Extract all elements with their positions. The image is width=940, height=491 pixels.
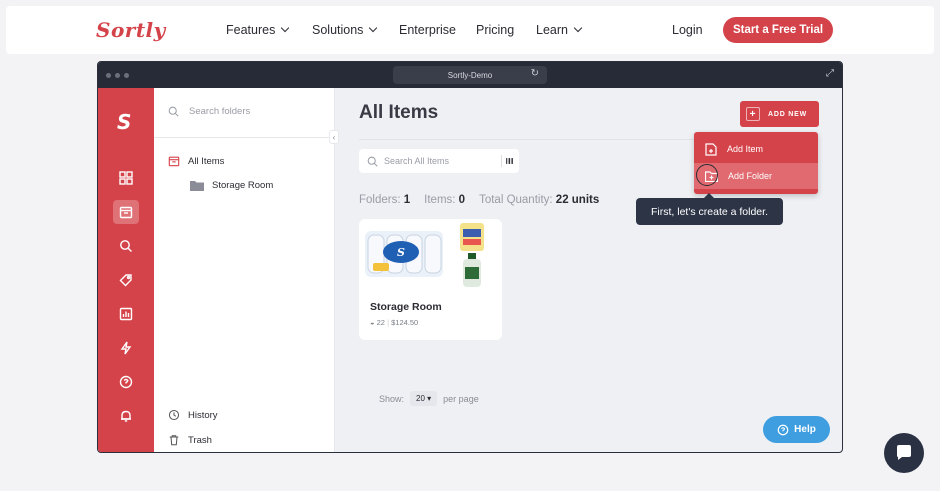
- reports-icon[interactable]: [113, 302, 139, 326]
- barcode-icon[interactable]: [501, 155, 513, 167]
- items-search-placeholder: Search All Items: [384, 156, 450, 166]
- items-icon: [168, 156, 180, 167]
- window-dot: [115, 73, 120, 78]
- app-logo[interactable]: S: [117, 110, 131, 134]
- search-icon: [168, 106, 179, 117]
- items-search-input[interactable]: Search All Items: [359, 149, 519, 173]
- sortly-logo[interactable]: Sortly: [96, 18, 166, 42]
- chevron-down-icon: [573, 23, 583, 33]
- add-item-icon: [705, 142, 717, 156]
- nav-learn[interactable]: Learn: [536, 23, 583, 37]
- trash-link[interactable]: Trash: [168, 434, 212, 446]
- login-link[interactable]: Login: [672, 23, 703, 37]
- folder-search-placeholder: Search folders: [189, 106, 251, 117]
- dashboard-icon[interactable]: [113, 166, 139, 190]
- nav-features[interactable]: Features: [226, 23, 290, 37]
- collapse-panel-button[interactable]: ‹: [329, 130, 339, 144]
- add-new-label: ADD NEW: [768, 110, 808, 118]
- window-dot: [124, 73, 129, 78]
- per-page-value: 20: [416, 394, 425, 403]
- history-icon: [168, 409, 180, 421]
- folders-panel: Search folders All Items Storage Room Hi…: [154, 88, 335, 452]
- trash-label: Trash: [188, 434, 212, 446]
- tags-icon[interactable]: [113, 268, 139, 292]
- divider: [359, 139, 699, 140]
- plus-icon: +: [746, 107, 760, 121]
- folder-card-storage-room[interactable]: S Storage Room ◒ 22 | $124.50: [359, 219, 502, 340]
- nav-pricing[interactable]: Pricing: [476, 23, 514, 37]
- inventory-stats: Folders: 1 Items: 0 Total Quantity: 22 u…: [359, 194, 599, 206]
- chevron-down-icon: [369, 23, 378, 33]
- app-sidebar-rail: S: [98, 88, 154, 452]
- nav-enterprise[interactable]: Enterprise: [399, 23, 456, 37]
- pagination-control: Show: 20 ▾ per page: [379, 391, 479, 406]
- folder-card-name: Storage Room: [370, 301, 442, 313]
- help-circle-icon[interactable]: [113, 370, 139, 394]
- menu-item-label: Add Item: [727, 144, 764, 154]
- nav-solutions[interactable]: Solutions: [312, 23, 378, 37]
- nav-solutions-label: Solutions: [312, 23, 364, 37]
- history-link[interactable]: History: [168, 409, 218, 421]
- per-page-select[interactable]: 20 ▾: [410, 391, 438, 406]
- trash-icon: [169, 435, 179, 446]
- items-icon[interactable]: [113, 200, 139, 224]
- quantity-icon: ◒: [370, 318, 375, 327]
- search-icon[interactable]: [113, 234, 139, 258]
- start-free-trial-button[interactable]: Start a Free Trial: [723, 17, 833, 43]
- help-label: Help: [794, 424, 816, 435]
- folders-stat-value: 1: [403, 194, 411, 206]
- quantity-stat: Total Quantity: 22 units: [479, 194, 599, 206]
- workflows-icon[interactable]: [113, 336, 139, 360]
- chat-icon: [897, 445, 911, 460]
- divider: [154, 137, 335, 138]
- items-stat-label: Items:: [424, 194, 456, 206]
- bell-icon[interactable]: [113, 404, 139, 428]
- folder-item-all-items[interactable]: All Items: [168, 155, 224, 167]
- history-label: History: [188, 409, 218, 421]
- folder-search-input[interactable]: Search folders: [168, 106, 250, 117]
- quantity-stat-label: Total Quantity:: [479, 194, 553, 206]
- top-navigation: Sortly Features Solutions Enterprise Pri…: [6, 6, 934, 54]
- browser-chrome: Sortly-Demo ↻ ⤢: [98, 62, 842, 88]
- add-new-dropdown: Add Item Add Folder: [694, 132, 818, 194]
- page-title: All Items: [359, 102, 439, 123]
- help-circle-icon: [777, 424, 789, 435]
- chevron-down-icon: [281, 23, 290, 33]
- nav-pricing-label: Pricing: [476, 23, 515, 37]
- menu-item-label: Add Folder: [728, 171, 773, 181]
- chat-widget-button[interactable]: [884, 433, 924, 473]
- per-page-label: per page: [443, 393, 479, 404]
- folders-stat: Folders: 1: [359, 194, 410, 206]
- add-new-button[interactable]: + ADD NEW: [740, 101, 819, 127]
- items-stat-value: 0: [458, 194, 466, 206]
- quantity-stat-value: 22 units: [555, 194, 600, 206]
- folder-card-meta: ◒ 22 | $124.50: [370, 318, 418, 327]
- nav-enterprise-label: Enterprise: [399, 23, 456, 37]
- url-bar: Sortly-Demo ↻: [393, 66, 547, 84]
- window-dot: [106, 73, 111, 78]
- onboarding-tooltip: First, let's create a folder.: [636, 193, 783, 225]
- search-icon: [367, 156, 378, 167]
- folders-stat-label: Folders:: [359, 194, 401, 206]
- demo-browser-frame: Sortly-Demo ↻ ⤢ S Search folders All Ite…: [97, 61, 843, 453]
- url-title: Sortly-Demo: [447, 70, 493, 80]
- folder-item-label: Storage Room: [212, 180, 274, 191]
- folder-item-storage-room[interactable]: Storage Room: [190, 180, 273, 191]
- reload-icon[interactable]: ↻: [531, 68, 539, 79]
- meta-separator: |: [387, 318, 390, 327]
- menu-item-add-item[interactable]: Add Item: [694, 136, 818, 162]
- folder-item-label: All Items: [188, 155, 225, 167]
- folder-card-quantity: 22: [376, 318, 385, 327]
- folder-card-value: $124.50: [391, 318, 419, 327]
- svg-text:S: S: [397, 246, 405, 259]
- items-stat: Items: 0: [424, 194, 465, 206]
- nav-learn-label: Learn: [536, 23, 568, 37]
- help-button[interactable]: Help: [763, 416, 830, 443]
- expand-icon[interactable]: ⤢: [826, 68, 834, 79]
- show-label: Show:: [379, 393, 405, 404]
- folder-thumbnail-image: S: [365, 223, 484, 287]
- cursor-highlight-ring: [696, 164, 718, 186]
- nav-features-label: Features: [226, 23, 276, 37]
- folder-icon: [190, 181, 204, 191]
